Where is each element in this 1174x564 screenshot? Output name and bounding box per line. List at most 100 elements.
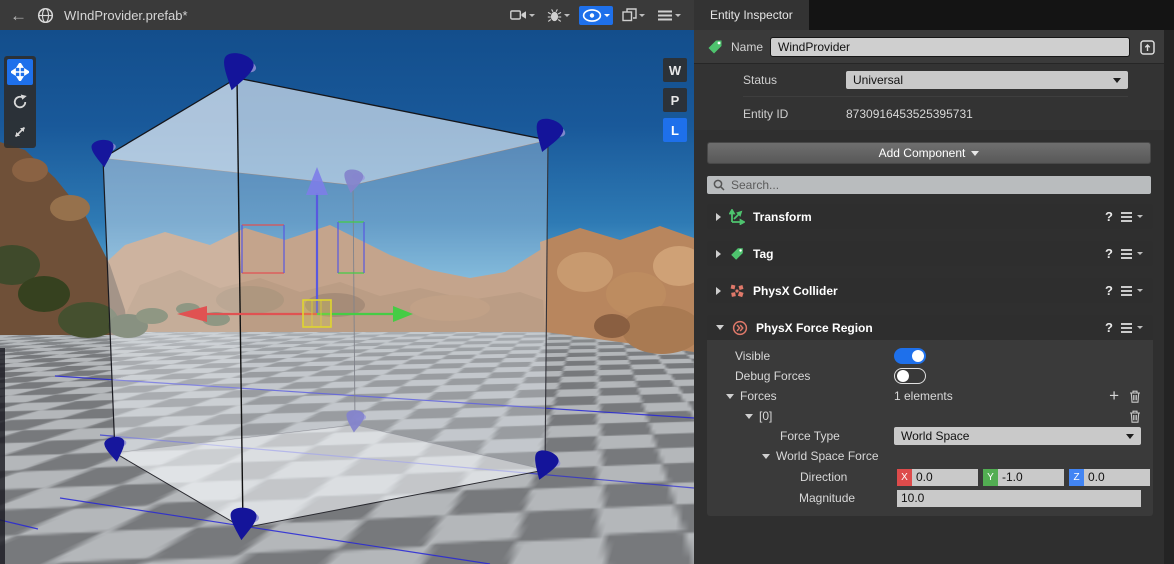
move-tool-button[interactable] <box>7 59 33 85</box>
help-icon[interactable]: ? <box>1105 283 1113 298</box>
status-row: Status Universal <box>743 64 1128 97</box>
back-button[interactable]: ← <box>10 7 27 24</box>
space-reference-buttons: W P L <box>663 58 687 142</box>
component-card-tag: Tag ? <box>707 241 1153 266</box>
forces-count: 1 elements <box>894 389 1141 403</box>
trash-icon[interactable] <box>1129 410 1141 423</box>
entity-inspector-panel: Entity Inspector Name Status <box>694 0 1174 564</box>
transform-header[interactable]: Transform ? <box>707 204 1153 229</box>
visibility-options-button[interactable] <box>579 6 613 25</box>
physx-force-region-header[interactable]: PhysX Force Region ? <box>707 315 1153 340</box>
add-component-button[interactable]: Add Component <box>707 142 1151 164</box>
direction-x-field: X <box>897 469 978 486</box>
magnitude-label: Magnitude <box>799 491 855 505</box>
transform-tool-palette <box>4 56 36 148</box>
visible-label: Visible <box>735 349 770 363</box>
eye-icon <box>582 8 602 23</box>
entity-name-row: Name <box>694 30 1164 64</box>
physx-collider-header[interactable]: PhysX Collider ? <box>707 278 1153 303</box>
space-button-world[interactable]: W <box>663 58 687 82</box>
entity-name-options-icon[interactable] <box>1137 37 1157 57</box>
help-icon[interactable]: ? <box>1105 320 1113 335</box>
help-icon[interactable]: ? <box>1105 246 1113 261</box>
prefab-title: WIndProvider.prefab* <box>64 8 188 23</box>
direction-z-input[interactable] <box>1084 469 1150 486</box>
space-button-local[interactable]: L <box>663 118 687 142</box>
forces-label: Forces <box>740 389 777 403</box>
name-label: Name <box>731 40 763 54</box>
force-element-row: [0] <box>707 406 1153 426</box>
rotate-icon <box>11 93 29 111</box>
expander-icon[interactable] <box>726 394 734 399</box>
viewport-panel: W P L ← WIndProvider.prefab* <box>0 0 694 564</box>
entity-name-input[interactable] <box>770 37 1130 57</box>
window-layout-icon <box>622 8 637 22</box>
viewport-menu-button[interactable] <box>654 7 684 24</box>
force-type-dropdown[interactable]: World Space <box>894 427 1141 445</box>
visible-toggle[interactable] <box>894 348 926 364</box>
scene-overlay <box>0 30 694 564</box>
magnitude-input[interactable] <box>897 490 1141 507</box>
left-edge-shadow <box>0 348 5 564</box>
magnitude-row: Magnitude <box>707 488 1153 508</box>
entity-id-row: Entity ID 8730916453525395731 <box>743 97 1128 130</box>
expander-icon[interactable] <box>716 250 721 258</box>
status-dropdown[interactable]: Universal <box>846 71 1128 89</box>
expander-icon[interactable] <box>745 414 753 419</box>
expander-icon[interactable] <box>716 213 721 221</box>
viewport-toolbar <box>507 6 684 25</box>
help-icon[interactable]: ? <box>1105 209 1113 224</box>
direction-y-field: Y <box>983 469 1064 486</box>
direction-x-input[interactable] <box>912 469 978 486</box>
component-menu-icon[interactable] <box>1121 248 1143 260</box>
space-button-parent[interactable]: P <box>663 88 687 112</box>
world-space-force-label: World Space Force <box>776 449 879 463</box>
chevron-down-icon <box>1126 434 1134 443</box>
direction-row: Direction X Y <box>707 466 1153 488</box>
component-menu-icon[interactable] <box>1121 211 1143 223</box>
direction-y-input[interactable] <box>998 469 1064 486</box>
direction-z-field: Z <box>1069 469 1150 486</box>
physx-collider-icon <box>729 283 745 299</box>
viewport-titlebar: ← WIndProvider.prefab* <box>0 0 694 30</box>
viewport-scene[interactable]: W P L <box>0 30 694 564</box>
component-menu-icon[interactable] <box>1121 285 1143 297</box>
component-search-input[interactable] <box>707 176 1151 194</box>
editor-window: W P L ← WIndProvider.prefab* <box>0 0 1174 564</box>
force-type-row: Force Type World Space <box>707 426 1153 446</box>
visible-row: Visible <box>707 346 1153 366</box>
search-icon <box>713 179 725 191</box>
world-space-force-row: World Space Force <box>707 446 1153 466</box>
inspector-gutter <box>1164 30 1174 564</box>
tab-entity-inspector[interactable]: Entity Inspector <box>694 0 809 30</box>
component-card-physx-force-region: PhysX Force Region ? Visible <box>707 315 1153 516</box>
status-label: Status <box>743 73 846 87</box>
move-icon <box>11 63 29 81</box>
debug-forces-toggle[interactable] <box>894 368 926 384</box>
expander-icon[interactable] <box>762 454 770 459</box>
tag-header[interactable]: Tag ? <box>707 241 1153 266</box>
add-element-icon[interactable]: + <box>1109 387 1119 404</box>
rotate-tool-button[interactable] <box>7 89 33 115</box>
expander-icon[interactable] <box>716 325 724 330</box>
component-menu-icon[interactable] <box>1121 322 1143 334</box>
entity-id-value: 8730916453525395731 <box>846 107 973 121</box>
camera-options-button[interactable] <box>507 6 538 24</box>
element-label: [0] <box>759 409 772 423</box>
debug-options-button[interactable] <box>544 6 573 25</box>
chevron-down-icon <box>971 151 979 160</box>
scale-tool-button[interactable] <box>7 119 33 145</box>
inspector-tabbar: Entity Inspector <box>694 0 1174 30</box>
axis-x-badge: X <box>897 469 912 486</box>
axis-y-badge: Y <box>983 469 998 486</box>
camera-icon <box>510 8 527 22</box>
expander-icon[interactable] <box>716 287 721 295</box>
forces-row: Forces 1 elements + <box>707 386 1153 406</box>
physx-force-region-icon <box>732 320 748 336</box>
gizmo-center-box[interactable] <box>303 300 331 327</box>
layout-options-button[interactable] <box>619 6 648 24</box>
trash-icon[interactable] <box>1129 390 1141 403</box>
physx-force-region-body: Visible Debug Forces Forces <box>707 340 1153 516</box>
component-card-physx-collider: PhysX Collider ? <box>707 278 1153 303</box>
direction-label: Direction <box>800 470 847 484</box>
